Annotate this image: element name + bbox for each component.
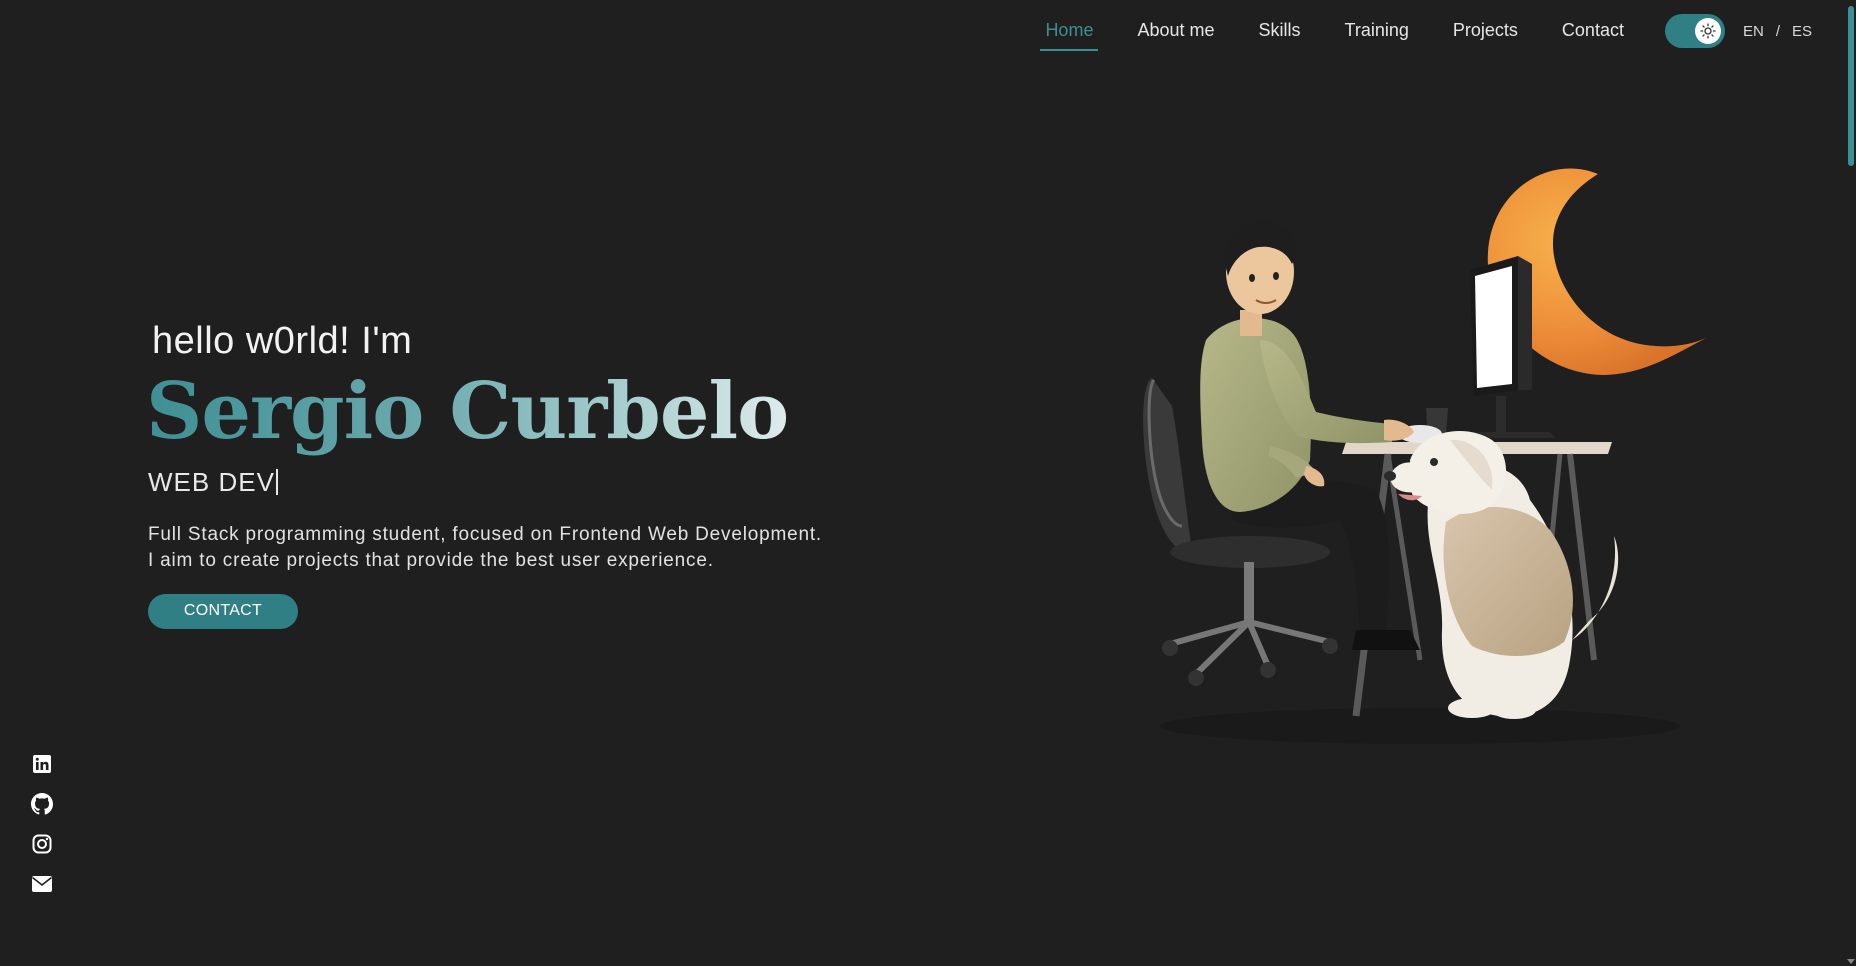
social-links <box>30 752 54 912</box>
toggle-knob <box>1694 18 1721 44</box>
nav-home[interactable]: Home <box>1040 14 1099 51</box>
nav-training[interactable]: Training <box>1340 14 1414 49</box>
scrollbar-thumb[interactable] <box>1848 6 1854 166</box>
sun-icon <box>1700 23 1716 39</box>
mail-link[interactable] <box>30 872 54 896</box>
hero-role-text: WEB DEV <box>148 466 275 497</box>
hero-description-line-2: I aim to create projects that provide th… <box>148 549 714 571</box>
hero-name: Sergio Curbelo <box>146 367 822 457</box>
theme-toggle[interactable] <box>1664 14 1725 48</box>
linkedin-link[interactable] <box>30 752 54 776</box>
nav-contact[interactable]: Contact <box>1557 14 1629 49</box>
instagram-link[interactable] <box>30 832 54 856</box>
nav-skills[interactable]: Skills <box>1254 14 1306 49</box>
language-switcher: EN / ES <box>1739 23 1816 40</box>
mail-icon <box>32 876 52 892</box>
lang-es[interactable]: ES <box>1788 23 1816 40</box>
typing-caret <box>275 468 278 495</box>
lang-separator: / <box>1775 22 1780 40</box>
github-link[interactable] <box>30 792 54 816</box>
lang-en[interactable]: EN <box>1739 23 1768 40</box>
top-nav: Home About me Skills Training Projects C… <box>1023 0 1816 62</box>
hero-illustration <box>1120 160 1740 780</box>
nav-projects[interactable]: Projects <box>1448 14 1523 49</box>
developer-with-dog-illustration <box>1143 168 1706 744</box>
page: Home About me Skills Training Projects C… <box>0 0 1856 966</box>
hero-section: hello w0rld! I'm Sergio Curbelo WEB DEV … <box>146 320 822 629</box>
linkedin-icon <box>33 755 51 773</box>
hero-description: Full Stack programming student, focused … <box>148 522 822 574</box>
hero-description-line-1: Full Stack programming student, focused … <box>148 523 822 545</box>
contact-button[interactable]: CONTACT <box>148 593 298 629</box>
developer-person <box>1200 221 1420 650</box>
nav-about-me[interactable]: About me <box>1132 14 1219 49</box>
hero-role: WEB DEV <box>148 467 822 498</box>
hero-greeting: hello w0rld! I'm <box>152 320 413 362</box>
scroll-down-arrow-icon[interactable] <box>1847 959 1855 964</box>
instagram-icon <box>32 834 52 854</box>
github-icon <box>31 793 53 815</box>
page-scrollbar[interactable] <box>1846 0 1856 966</box>
